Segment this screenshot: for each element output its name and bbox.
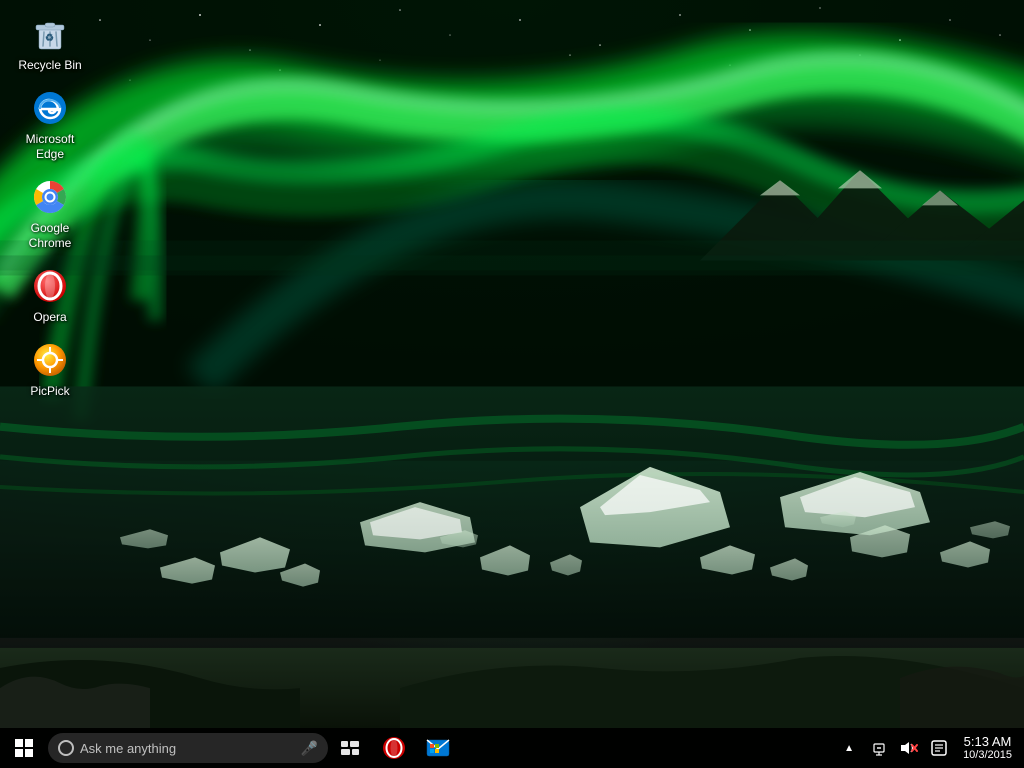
- recycle-bin-svg: ♻: [31, 15, 69, 53]
- clock-time: 5:13 AM: [964, 734, 1012, 750]
- volume-icon[interactable]: [895, 732, 923, 764]
- task-view-icon: [341, 741, 359, 755]
- recycle-bin-icon[interactable]: ♻ Recycle Bin: [10, 10, 90, 76]
- taskbar-opera-icon: [382, 736, 406, 760]
- cortana-icon: [58, 740, 74, 756]
- notification-chevron[interactable]: ▲: [835, 732, 863, 764]
- edge-svg: [32, 90, 68, 126]
- picpick-label: PicPick: [30, 384, 69, 398]
- opera-icon[interactable]: Opera: [10, 262, 90, 328]
- search-placeholder: Ask me anything: [80, 741, 295, 756]
- taskbar-mail-app[interactable]: [416, 728, 460, 768]
- picpick-svg: [32, 342, 68, 378]
- chevron-up-icon: ▲: [844, 743, 854, 754]
- taskbar-opera-app[interactable]: [372, 728, 416, 768]
- landscape-background: [0, 306, 1024, 728]
- microphone-icon[interactable]: 🎤: [301, 740, 318, 757]
- google-chrome-icon[interactable]: Google Chrome: [10, 173, 90, 254]
- recycle-bin-label: Recycle Bin: [18, 58, 81, 72]
- picpick-icon[interactable]: PicPick: [10, 336, 90, 402]
- opera-svg: [32, 268, 68, 304]
- windows-logo: [15, 739, 33, 757]
- system-tray: ▲: [835, 728, 1024, 768]
- opera-label: Opera: [33, 310, 66, 324]
- taskbar: Ask me anything 🎤: [0, 728, 1024, 768]
- desktop-icons-container: ♻ Recycle Bin Microsoft Edge: [10, 10, 90, 403]
- chrome-svg: [32, 179, 68, 215]
- svg-text:♻: ♻: [45, 33, 54, 44]
- aurora-background: [0, 0, 1024, 461]
- google-chrome-label: Google Chrome: [14, 221, 86, 250]
- stars: [99, 7, 1001, 80]
- search-bar[interactable]: Ask me anything 🎤: [48, 733, 328, 763]
- taskbar-mail-icon: [426, 736, 450, 760]
- clock-date: 10/3/2015: [963, 749, 1012, 762]
- clock-display[interactable]: 5:13 AM 10/3/2015: [955, 728, 1020, 768]
- action-center-icon[interactable]: [925, 732, 953, 764]
- network-icon[interactable]: [865, 732, 893, 764]
- microsoft-edge-label: Microsoft Edge: [14, 132, 86, 161]
- desktop: ♻ Recycle Bin Microsoft Edge: [0, 0, 1024, 768]
- start-button[interactable]: [0, 728, 48, 768]
- action-center-svg: [931, 740, 947, 756]
- task-view-button[interactable]: [328, 728, 372, 768]
- microsoft-edge-icon[interactable]: Microsoft Edge: [10, 84, 90, 165]
- volume-svg: [900, 740, 918, 756]
- network-svg: [871, 740, 887, 756]
